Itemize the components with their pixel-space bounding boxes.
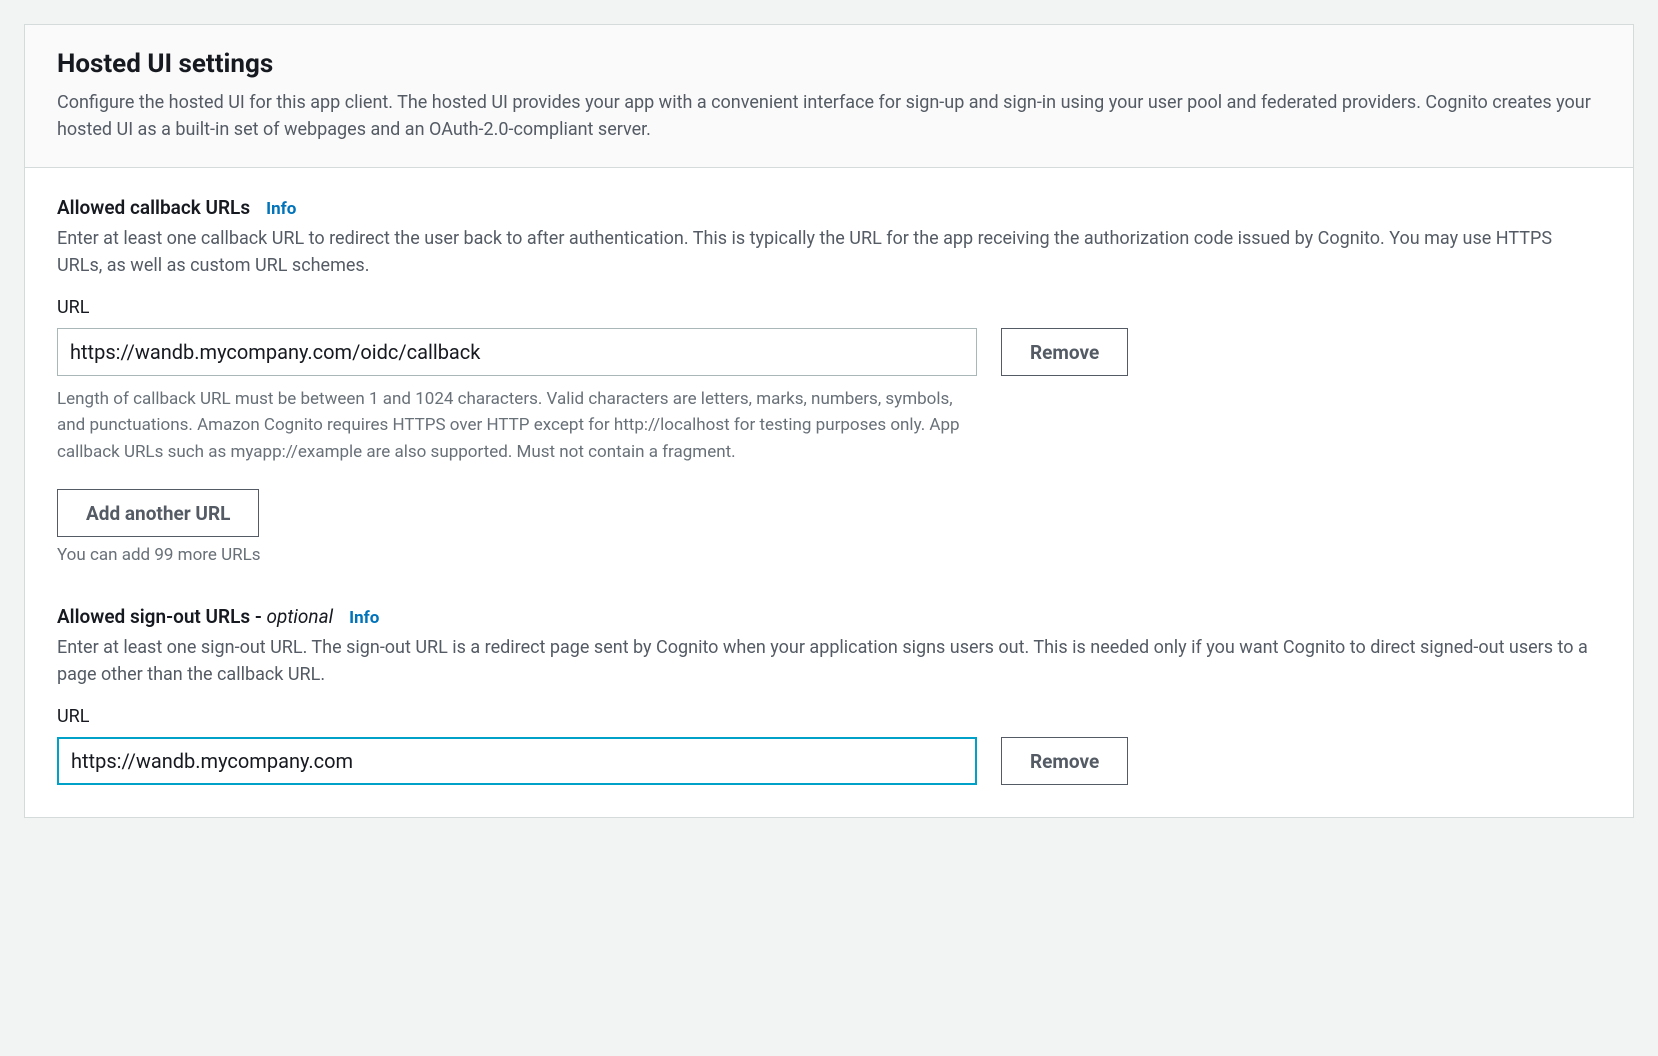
panel-body: Allowed callback URLs Info Enter at leas… (25, 168, 1633, 817)
callback-info-link[interactable]: Info (266, 199, 296, 219)
callback-description: Enter at least one callback URL to redir… (57, 225, 1601, 279)
signout-title-main: Allowed sign-out URLs - (57, 605, 267, 628)
signout-urls-section: Allowed sign-out URLs - optional Info En… (57, 605, 1601, 785)
signout-url-label: URL (57, 706, 1601, 727)
callback-header-row: Allowed callback URLs Info (57, 196, 1601, 219)
signout-header-row: Allowed sign-out URLs - optional Info (57, 605, 1601, 628)
callback-url-input[interactable] (57, 328, 977, 376)
hosted-ui-settings-panel: Hosted UI settings Configure the hosted … (24, 24, 1634, 818)
panel-title: Hosted UI settings (57, 49, 1601, 79)
callback-remaining-hint: You can add 99 more URLs (57, 545, 1601, 565)
signout-description: Enter at least one sign-out URL. The sig… (57, 634, 1601, 688)
signout-title-optional: optional (267, 605, 334, 628)
signout-info-link[interactable]: Info (349, 608, 379, 628)
signout-input-row: Remove (57, 737, 1601, 785)
callback-input-row: Remove (57, 328, 1601, 376)
signout-url-input[interactable] (57, 737, 977, 785)
callback-title: Allowed callback URLs (57, 196, 250, 219)
callback-remove-button[interactable]: Remove (1001, 328, 1128, 376)
signout-title: Allowed sign-out URLs - optional (57, 605, 333, 628)
callback-helper-text: Length of callback URL must be between 1… (57, 386, 977, 465)
callback-urls-section: Allowed callback URLs Info Enter at leas… (57, 196, 1601, 565)
signout-remove-button[interactable]: Remove (1001, 737, 1128, 785)
panel-description: Configure the hosted UI for this app cli… (57, 89, 1601, 143)
callback-url-label: URL (57, 297, 1601, 318)
panel-header: Hosted UI settings Configure the hosted … (25, 25, 1633, 168)
add-another-url-button[interactable]: Add another URL (57, 489, 259, 537)
